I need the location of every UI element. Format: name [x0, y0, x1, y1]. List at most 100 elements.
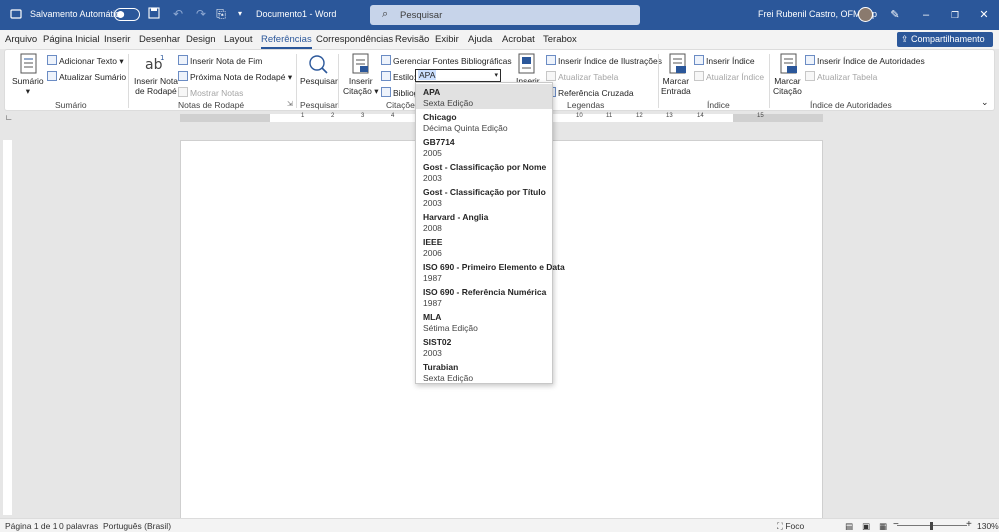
- update-authorities-button[interactable]: Atualizar Tabela: [805, 71, 877, 82]
- avatar[interactable]: [858, 7, 873, 22]
- bibliography-button[interactable]: Bibliog: [381, 87, 419, 98]
- style-option-gb7714[interactable]: GB7714 2005: [416, 134, 552, 159]
- tab-referencias[interactable]: Referências: [261, 34, 312, 49]
- ruler-number: 2: [331, 113, 335, 119]
- insert-table-of-figures-button[interactable]: Inserir Índice de Ilustrações: [546, 55, 662, 66]
- vertical-ruler: [3, 140, 12, 515]
- insert-index-button[interactable]: Inserir Índice: [694, 55, 755, 66]
- tab-desenhar[interactable]: Desenhar: [139, 34, 180, 45]
- page-count[interactable]: Página 1 de 1: [5, 521, 57, 531]
- undo-icon[interactable]: ↶: [171, 7, 185, 21]
- right-margin: [733, 114, 823, 122]
- update-authorities-icon: [805, 71, 815, 81]
- tab-design[interactable]: Design: [186, 34, 216, 45]
- read-mode-icon[interactable]: ▤: [845, 521, 853, 532]
- next-footnote-button[interactable]: Próxima Nota de Rodapé ▾: [178, 71, 292, 83]
- style-select-value: APA: [418, 70, 437, 80]
- style-option-name: APA: [423, 87, 441, 97]
- tab-pagina-inicial[interactable]: Página Inicial: [43, 34, 100, 45]
- pen-icon[interactable]: ✎: [888, 8, 902, 22]
- close-icon[interactable]: ✕: [977, 8, 991, 22]
- tab-acrobat[interactable]: Acrobat: [502, 34, 535, 45]
- group-legendas: Legendas: [567, 100, 605, 110]
- zoom-in-icon[interactable]: +: [966, 519, 972, 530]
- zoom-level[interactable]: 130%: [977, 521, 999, 531]
- ruler-number: 11: [606, 113, 613, 119]
- style-option-name: ISO 690 - Referência Numérica: [423, 287, 547, 297]
- language[interactable]: Português (Brasil): [103, 521, 171, 531]
- tab-selector-icon[interactable]: ∟: [5, 113, 13, 122]
- autosave-toggle[interactable]: [114, 8, 140, 21]
- style-option-name: Gost - Classificação por Título: [423, 187, 546, 197]
- restore-icon[interactable]: ❐: [948, 8, 962, 22]
- ruler-number: 14: [697, 113, 704, 119]
- table-of-contents-icon: [20, 53, 37, 74]
- add-text-button[interactable]: Adicionar Texto ▾: [47, 55, 124, 67]
- style-option-sist02[interactable]: SIST02 2003: [416, 334, 552, 359]
- collapse-ribbon-icon[interactable]: ⌄: [981, 97, 989, 108]
- touch-mode-icon[interactable]: ⎘: [214, 7, 228, 21]
- style-option-edition: 1987: [423, 298, 442, 308]
- svg-text:1: 1: [160, 54, 164, 62]
- share-button[interactable]: ⇪ Compartilhamento: [897, 32, 993, 47]
- cross-reference-button[interactable]: Referência Cruzada: [546, 87, 634, 98]
- chevron-down-icon: ▾: [494, 72, 498, 79]
- left-margin: [180, 114, 270, 122]
- style-label: Estilo:: [381, 71, 416, 82]
- insert-index-icon: [694, 55, 704, 65]
- insert-citation-button[interactable]: Inserir Citação ▾: [343, 76, 378, 96]
- search-box[interactable]: ⌕ Pesquisar: [370, 5, 640, 25]
- style-option-gost-titulo[interactable]: Gost - Classificação por Título 2003: [416, 184, 552, 209]
- zoom-slider-thumb[interactable]: [930, 522, 933, 530]
- style-option-harvard[interactable]: Harvard - Anglia 2008: [416, 209, 552, 234]
- group-sumario: Sumário: [55, 100, 87, 110]
- mark-citation-button[interactable]: Marcar Citação: [773, 76, 802, 96]
- minimize-icon[interactable]: –: [919, 8, 933, 22]
- insert-endnote-button[interactable]: Inserir Nota de Fim: [178, 55, 262, 66]
- group-separator: [338, 54, 339, 108]
- style-option-gost-nome[interactable]: Gost - Classificação por Nome 2003: [416, 159, 552, 184]
- tab-exibir[interactable]: Exibir: [435, 34, 459, 45]
- style-select[interactable]: APA ▾: [415, 69, 501, 82]
- research-button[interactable]: Pesquisar: [300, 76, 338, 86]
- insert-authorities-button[interactable]: Inserir Índice de Autoridades: [805, 55, 925, 66]
- group-separator: [658, 54, 659, 108]
- update-index-button[interactable]: Atualizar Índice: [694, 71, 764, 82]
- insert-footnote-button[interactable]: Inserir Nota de Rodapé: [134, 76, 178, 96]
- toc-button[interactable]: Sumário ▾: [12, 76, 44, 96]
- update-table-button[interactable]: Atualizar Tabela: [546, 71, 618, 82]
- tab-layout[interactable]: Layout: [224, 34, 253, 45]
- tab-correspondencias[interactable]: Correspondências: [316, 34, 393, 45]
- mark-entry-button[interactable]: Marcar Entrada: [661, 76, 691, 96]
- style-option-chicago[interactable]: Chicago Décima Quinta Edição: [416, 109, 552, 134]
- redo-icon[interactable]: ↷: [194, 7, 208, 21]
- web-layout-icon[interactable]: ▦: [879, 521, 887, 532]
- style-option-edition: Décima Quinta Edição: [423, 123, 508, 133]
- dialog-launcher-icon[interactable]: ⇲: [287, 100, 293, 108]
- style-option-mla[interactable]: MLA Sétima Edição: [416, 309, 552, 334]
- style-option-edition: Sexta Edição: [423, 373, 474, 383]
- style-option-iso690-elemento[interactable]: ISO 690 - Primeiro Elemento e Data 1987: [416, 259, 565, 284]
- add-text-icon: [47, 55, 57, 65]
- focus-button[interactable]: ⛶ Foco: [777, 521, 804, 532]
- print-layout-icon[interactable]: ▣: [862, 521, 870, 532]
- tab-ajuda[interactable]: Ajuda: [468, 34, 492, 45]
- style-option-apa[interactable]: APA Sexta Edição: [416, 84, 552, 109]
- save-icon[interactable]: [147, 7, 161, 21]
- tab-terabox[interactable]: Terabox: [543, 34, 577, 45]
- tab-arquivo[interactable]: Arquivo: [5, 34, 37, 45]
- insert-caption-icon: [518, 53, 535, 74]
- style-option-name: Gost - Classificação por Nome: [423, 162, 547, 172]
- style-option-iso690-numerica[interactable]: ISO 690 - Referência Numérica 1987: [416, 284, 552, 309]
- style-option-ieee[interactable]: IEEE 2006: [416, 234, 552, 259]
- group-notas: Notas de Rodapé: [178, 100, 245, 110]
- style-option-turabian[interactable]: Turabian Sexta Edição: [416, 359, 552, 384]
- tab-revisao[interactable]: Revisão: [395, 34, 429, 45]
- tab-inserir[interactable]: Inserir: [104, 34, 130, 45]
- manage-sources-button[interactable]: Gerenciar Fontes Bibliográficas: [381, 55, 512, 66]
- word-count[interactable]: 0 palavras: [59, 521, 98, 531]
- ruler-number: 15: [757, 113, 764, 119]
- update-toc-button[interactable]: Atualizar Sumário: [47, 71, 126, 82]
- show-notes-button[interactable]: Mostrar Notas: [178, 87, 243, 98]
- customize-toolbar-icon[interactable]: ▾: [233, 7, 247, 21]
